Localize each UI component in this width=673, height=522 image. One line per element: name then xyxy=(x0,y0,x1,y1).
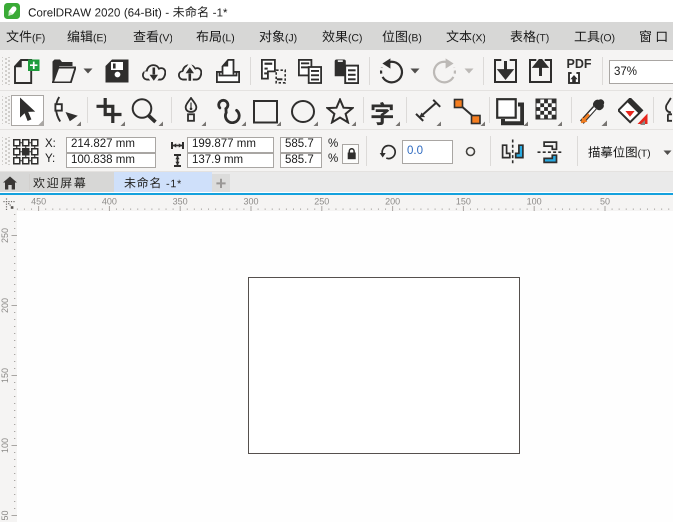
svg-text:150: 150 xyxy=(456,196,471,206)
svg-text:250: 250 xyxy=(0,228,10,243)
svg-text:100: 100 xyxy=(527,196,542,206)
svg-text:250: 250 xyxy=(314,196,329,206)
svg-text:450: 450 xyxy=(31,196,46,206)
svg-text:200: 200 xyxy=(0,298,10,313)
svg-text:400: 400 xyxy=(102,196,117,206)
svg-text:50: 50 xyxy=(600,196,610,206)
svg-text:100: 100 xyxy=(0,438,10,453)
svg-text:300: 300 xyxy=(243,196,258,206)
svg-text:200: 200 xyxy=(385,196,400,206)
svg-text:350: 350 xyxy=(173,196,188,206)
svg-text:50: 50 xyxy=(0,510,10,520)
svg-text:150: 150 xyxy=(0,368,10,383)
